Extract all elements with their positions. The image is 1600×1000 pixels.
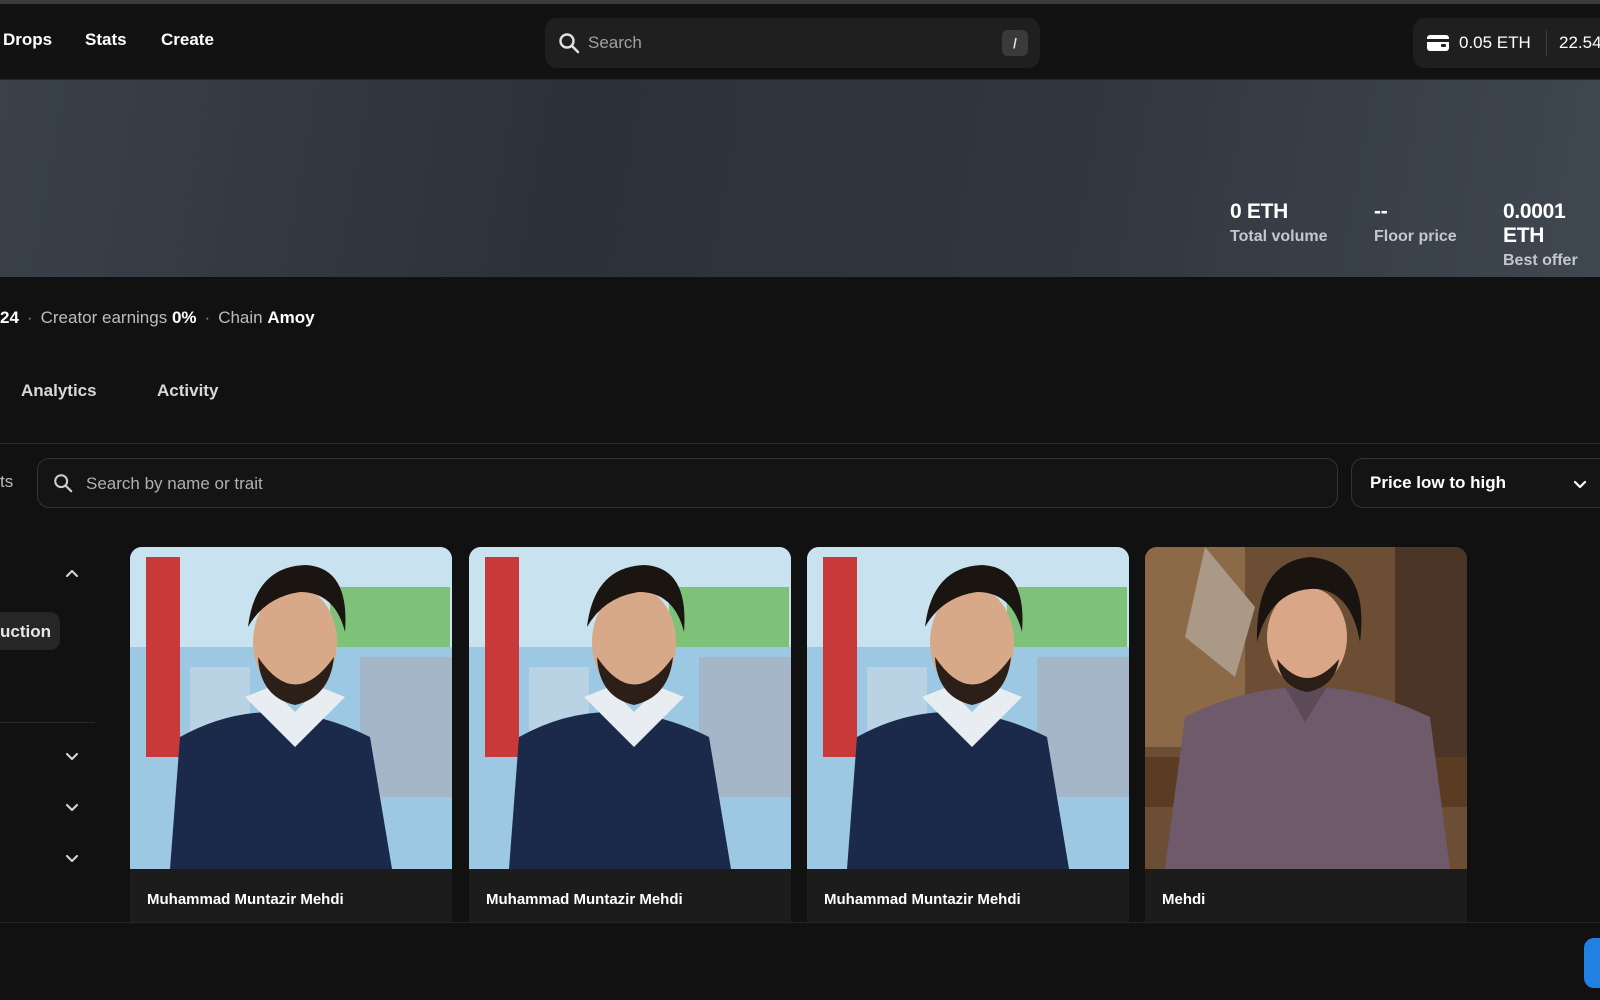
stat-value: 0 ETH [1230, 200, 1289, 223]
nft-name: Muhammad Muntazir Mehdi [147, 891, 344, 908]
floating-action-button[interactable] [1584, 938, 1600, 988]
meta-earnings-label: Creator earnings [40, 308, 168, 327]
status-chip-label: uction [0, 622, 51, 641]
chevron-up-icon[interactable] [64, 565, 80, 581]
nft-name: Mehdi [1162, 891, 1206, 908]
stat-total-volume: 0 ETH Total volume [1230, 200, 1328, 246]
tab-analytics[interactable]: Analytics [21, 381, 97, 401]
chevron-down-icon[interactable] [64, 799, 80, 815]
stat-label: Total volume [1230, 228, 1328, 245]
meta-date: 24 [0, 308, 19, 327]
chevron-down-icon [1573, 480, 1587, 489]
stat-label: Floor price [1374, 228, 1457, 245]
meta-separator: · [204, 308, 211, 327]
tab-activity[interactable]: Activity [157, 381, 218, 401]
nft-image [807, 547, 1129, 869]
global-search[interactable]: Search / [545, 18, 1040, 68]
nft-name: Muhammad Muntazir Mehdi [486, 891, 683, 908]
collection-banner: 0 ETH Total volume -- Floor price 0.0001… [0, 80, 1600, 277]
search-shortcut-key: / [1002, 30, 1028, 56]
nft-card[interactable]: Muhammad Muntazir Mehdi [469, 547, 791, 922]
nft-image [130, 547, 452, 869]
nav-drops[interactable]: Drops [3, 30, 52, 50]
sidebar-divider [0, 722, 95, 723]
wallet-usd-balance: 22.54 [1559, 33, 1600, 52]
nft-name: Muhammad Muntazir Mehdi [824, 891, 1021, 908]
wallet-balance[interactable]: 0.05 ETH 22.54 [1413, 18, 1600, 68]
stat-floor-price: -- Floor price [1374, 200, 1457, 246]
stat-label: Best offer [1503, 252, 1578, 269]
meta-separator: · [26, 308, 33, 327]
nft-image [1145, 547, 1467, 869]
tabs-divider [0, 443, 1600, 444]
sort-selected-value: Price low to high [1370, 473, 1507, 492]
wallet-divider [1546, 30, 1547, 56]
nav-stats[interactable]: Stats [85, 30, 127, 50]
meta-chain-value: Amoy [267, 308, 315, 327]
chevron-down-icon[interactable] [64, 850, 80, 866]
nft-card[interactable]: Muhammad Muntazir Mehdi [130, 547, 452, 922]
nft-image [469, 547, 791, 869]
nft-card[interactable]: Muhammad Muntazir Mehdi [807, 547, 1129, 922]
wallet-icon [1427, 35, 1449, 51]
sort-dropdown[interactable]: Price low to high [1351, 458, 1600, 508]
top-navbar: Drops Stats Create Search / 0.05 ETH 22.… [0, 4, 1600, 80]
search-icon [54, 474, 73, 493]
stat-value: -- [1374, 200, 1388, 223]
collection-meta: 24 · Creator earnings 0% · Chain Amoy [0, 308, 315, 328]
nav-create[interactable]: Create [161, 30, 214, 50]
search-placeholder: Search [588, 33, 642, 52]
wallet-eth-balance: 0.05 ETH [1459, 33, 1531, 52]
search-icon [559, 33, 580, 54]
trait-search-input[interactable]: Search by name or trait [37, 458, 1338, 508]
meta-earnings-value: 0% [171, 308, 197, 327]
chevron-down-icon[interactable] [64, 748, 80, 764]
stat-value: 0.0001 ETH [1503, 200, 1566, 247]
trait-search-placeholder: Search by name or trait [86, 474, 263, 493]
nft-card[interactable]: Mehdi [1145, 547, 1467, 922]
filter-results-label: ts [0, 472, 14, 491]
stat-best-offer: 0.0001 ETH Best offer [1503, 200, 1600, 270]
meta-chain-label: Chain [218, 308, 263, 327]
status-filter-chip[interactable]: uction [0, 612, 60, 650]
footer-divider [0, 922, 1600, 923]
